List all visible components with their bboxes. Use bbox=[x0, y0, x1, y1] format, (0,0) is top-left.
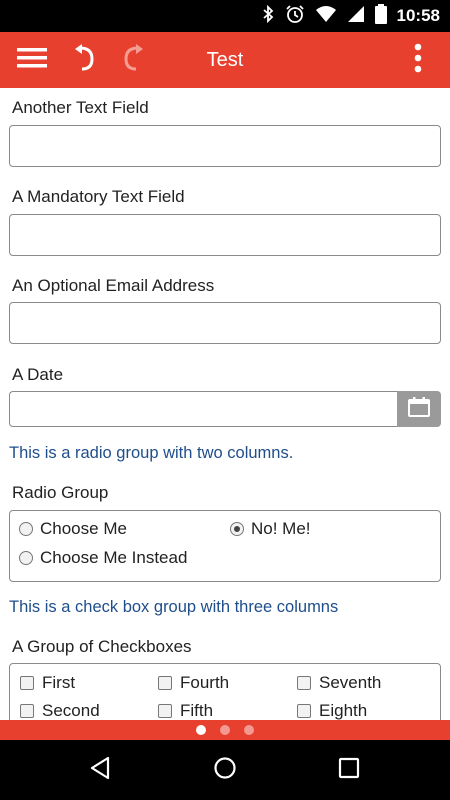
checkbox-label: Seventh bbox=[319, 673, 382, 692]
overflow-menu-icon bbox=[414, 43, 422, 78]
page-dot-active[interactable] bbox=[196, 725, 206, 735]
checkbox-label: Fifth bbox=[180, 701, 214, 720]
checkbox-label: Second bbox=[42, 701, 100, 720]
navigation-bar bbox=[0, 740, 450, 800]
date-field[interactable] bbox=[9, 391, 397, 427]
checkbox-fourth[interactable]: Fourth bbox=[158, 673, 229, 693]
battery-icon bbox=[374, 3, 387, 29]
mandatory-text-field[interactable] bbox=[9, 214, 441, 256]
redo-button[interactable] bbox=[112, 32, 156, 88]
date-picker-button[interactable] bbox=[397, 391, 441, 427]
optional-email-label: An Optional Email Address bbox=[12, 276, 215, 295]
calendar-icon bbox=[408, 396, 430, 422]
status-time: 10:58 bbox=[396, 6, 440, 25]
overflow-menu-button[interactable] bbox=[400, 32, 436, 88]
another-text-field[interactable] bbox=[9, 125, 441, 167]
another-text-field-label: Another Text Field bbox=[12, 98, 149, 117]
radio-option-label: No! Me! bbox=[251, 519, 311, 538]
checkbox-label: Eighth bbox=[319, 701, 368, 720]
back-icon bbox=[89, 756, 111, 785]
home-button[interactable] bbox=[195, 740, 255, 800]
radio-option-label: Choose Me Instead bbox=[40, 548, 188, 567]
radio-option-choose-me[interactable]: Choose Me bbox=[19, 519, 127, 539]
checkbox[interactable] bbox=[20, 676, 34, 690]
menu-icon bbox=[17, 46, 47, 75]
radio-option-choose-me-instead[interactable]: Choose Me Instead bbox=[19, 548, 187, 568]
form-content: Another Text Field A Mandatory Text Fiel… bbox=[0, 88, 450, 720]
menu-button[interactable] bbox=[8, 32, 56, 88]
recents-icon bbox=[338, 757, 360, 784]
redo-icon bbox=[122, 43, 146, 77]
alarm-icon bbox=[285, 4, 305, 29]
checkbox-group-label: A Group of Checkboxes bbox=[12, 637, 192, 656]
checkbox-label: Fourth bbox=[180, 673, 230, 692]
checkbox-first[interactable]: First bbox=[20, 673, 75, 693]
radio-group-label: Radio Group bbox=[12, 483, 109, 502]
wifi-icon bbox=[315, 5, 337, 28]
undo-icon bbox=[72, 43, 96, 77]
page-dot[interactable] bbox=[220, 725, 230, 735]
signal-icon bbox=[347, 5, 365, 28]
radio-button-selected[interactable] bbox=[230, 522, 244, 536]
checkbox[interactable] bbox=[297, 676, 311, 690]
bluetooth-icon bbox=[261, 4, 275, 28]
radio-button[interactable] bbox=[19, 551, 33, 565]
checkbox-label: First bbox=[42, 673, 76, 692]
home-icon bbox=[213, 756, 237, 785]
radio-group: Choose Me No! Me! Choose Me Instead bbox=[9, 510, 441, 582]
checkbox[interactable] bbox=[20, 704, 34, 718]
mandatory-text-field-label: A Mandatory Text Field bbox=[12, 187, 185, 206]
undo-button[interactable] bbox=[62, 32, 106, 88]
radio-option-no-me[interactable]: No! Me! bbox=[230, 519, 311, 539]
page-indicator bbox=[0, 720, 450, 740]
radio-group-info: This is a radio group with two columns. bbox=[9, 444, 294, 462]
status-bar: 10:58 bbox=[0, 0, 450, 32]
checkbox-second[interactable]: Second bbox=[20, 701, 100, 720]
app-bar: Test bbox=[0, 32, 450, 88]
page-dot[interactable] bbox=[244, 725, 254, 735]
radio-option-label: Choose Me bbox=[40, 519, 127, 538]
radio-button[interactable] bbox=[19, 522, 33, 536]
checkbox-eighth[interactable]: Eighth bbox=[297, 701, 367, 720]
checkbox[interactable] bbox=[158, 704, 172, 718]
recents-button[interactable] bbox=[319, 740, 379, 800]
checkbox-group: First Fourth Seventh Second Fifth Eighth bbox=[9, 663, 441, 720]
date-label: A Date bbox=[12, 365, 64, 384]
checkbox-seventh[interactable]: Seventh bbox=[297, 673, 381, 693]
checkbox[interactable] bbox=[297, 704, 311, 718]
optional-email-field[interactable] bbox=[9, 302, 441, 344]
checkbox-fifth[interactable]: Fifth bbox=[158, 701, 213, 720]
checkbox-group-info: This is a check box group with three col… bbox=[9, 598, 339, 616]
back-button[interactable] bbox=[70, 740, 130, 800]
checkbox[interactable] bbox=[158, 676, 172, 690]
